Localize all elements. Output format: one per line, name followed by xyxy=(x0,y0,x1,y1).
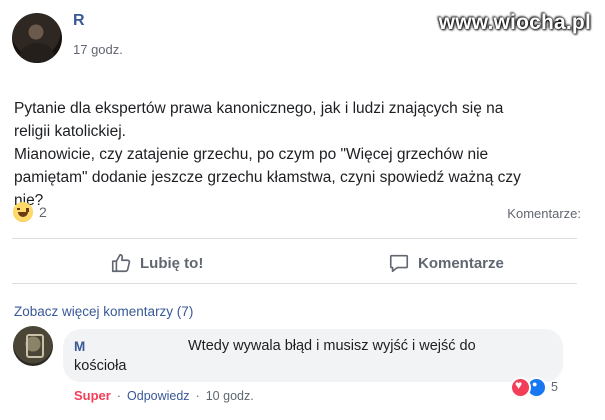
site-watermark: www.wiocha.pl xyxy=(438,11,591,34)
like-label: Lubię to! xyxy=(140,254,204,272)
haha-emoji-icon[interactable] xyxy=(13,202,33,222)
facebook-post: R 17 godz. www.wiocha.pl Pytanie dla eks… xyxy=(0,0,605,420)
separator-dot: · xyxy=(116,388,122,403)
reaction-count[interactable]: 2 xyxy=(39,204,47,220)
post-text-line: religii katolickiej. xyxy=(14,123,126,140)
love-reaction-icon xyxy=(510,376,531,398)
comment-label: Komentarze xyxy=(418,254,504,272)
comment-reactions[interactable]: 5 xyxy=(510,376,562,398)
comment-text-line: Wtedy wywala błąd i musisz wyjść i wejść… xyxy=(188,338,476,354)
avatar-figure xyxy=(20,43,54,63)
comment-button[interactable]: Komentarze xyxy=(388,250,504,276)
thumbs-up-icon xyxy=(110,252,132,274)
super-reaction-button[interactable]: Super xyxy=(74,388,111,403)
author-avatar[interactable] xyxy=(12,13,62,63)
speech-bubble-icon xyxy=(388,252,410,274)
post-author-name[interactable]: R xyxy=(73,12,85,30)
post-timestamp[interactable]: 17 godz. xyxy=(73,42,123,57)
comments-count-link[interactable]: Komentarze: xyxy=(507,206,581,221)
comment-text-line: kościoła xyxy=(74,358,127,374)
comment-time[interactable]: 10 godz. xyxy=(206,389,254,403)
commenter-avatar[interactable] xyxy=(13,326,53,366)
post-body: Pytanie dla ekspertów prawa kanonicznego… xyxy=(14,74,589,212)
post-text-line: Pytanie dla ekspertów prawa kanonicznego… xyxy=(14,100,504,117)
comment-bubble xyxy=(63,329,563,382)
comment-reaction-count: 5 xyxy=(551,380,558,394)
separator-dot: · xyxy=(195,388,200,403)
post-text-line: pamiętam" dodanie jeszcze grzechu kłamst… xyxy=(14,169,521,186)
comment-author-name[interactable]: M xyxy=(74,339,85,354)
comment-actions: Super · Odpowiedz · 10 godz. xyxy=(74,388,254,403)
view-more-comments-link[interactable]: Zobacz więcej komentarzy (7) xyxy=(14,304,193,319)
like-button[interactable]: Lubię to! xyxy=(110,250,203,276)
reply-button[interactable]: Odpowiedz xyxy=(127,389,190,403)
post-text-line: Mianowicie, czy zatajenie grzechu, po cz… xyxy=(14,146,489,163)
divider xyxy=(12,238,577,239)
divider xyxy=(12,283,577,284)
